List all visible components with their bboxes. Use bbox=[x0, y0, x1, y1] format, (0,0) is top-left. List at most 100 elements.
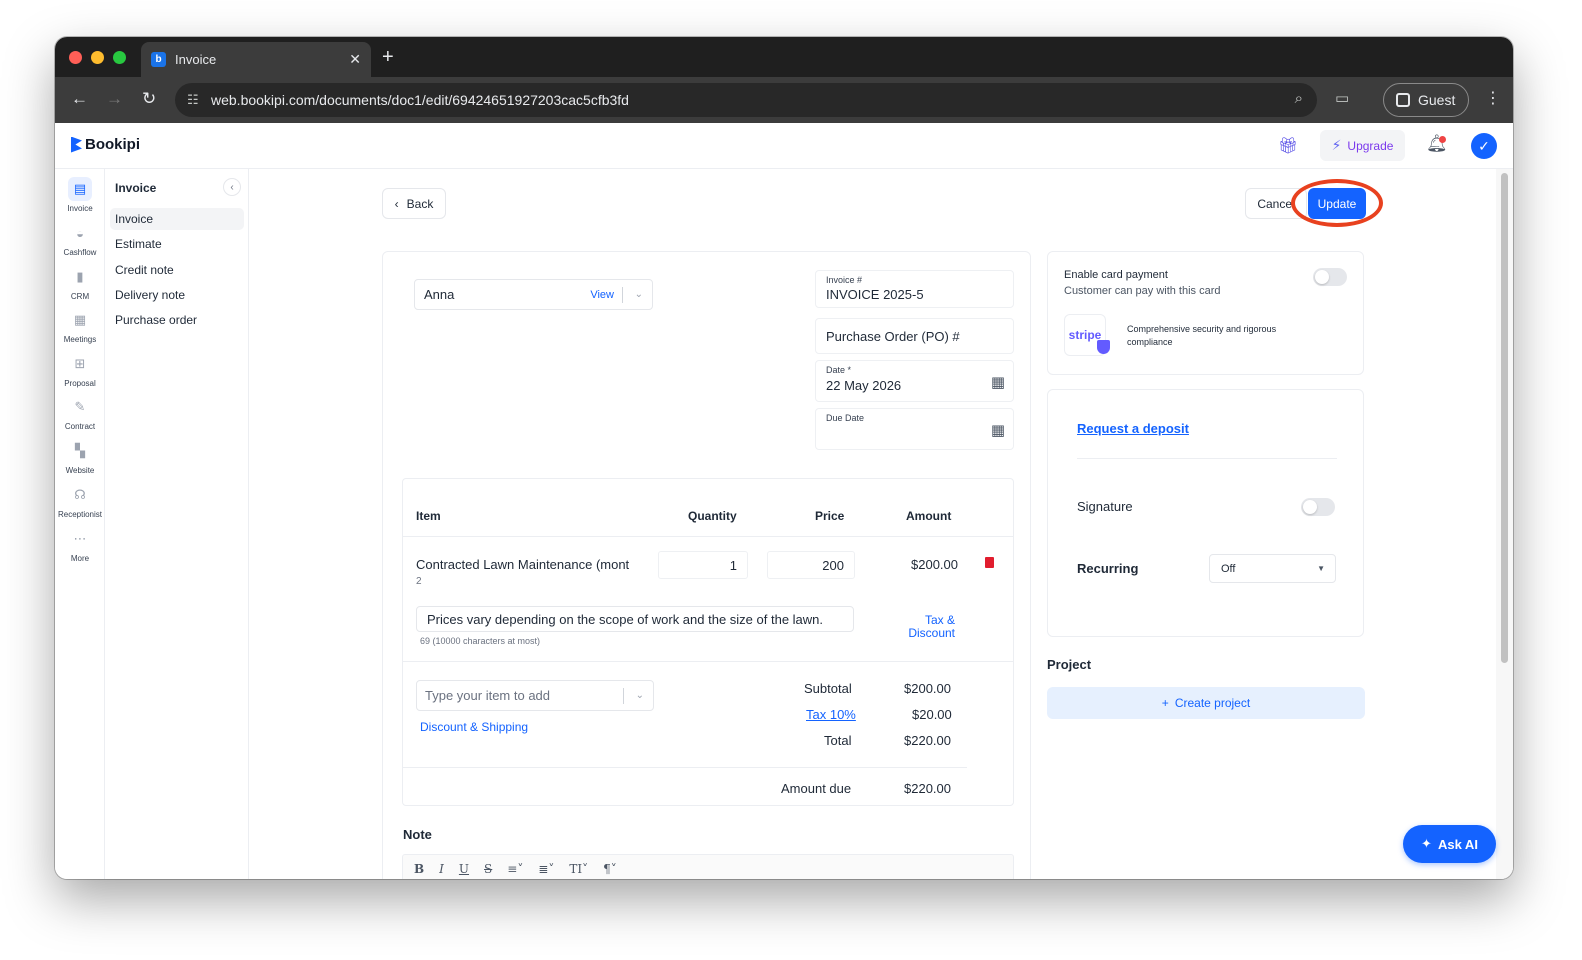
avatar[interactable]: ✓ bbox=[1471, 133, 1497, 159]
card-payment-toggle[interactable] bbox=[1313, 268, 1347, 286]
ask-ai-button[interactable]: ✦ Ask AI bbox=[1403, 825, 1496, 863]
reload-icon[interactable]: ↻ bbox=[142, 89, 156, 109]
profile-button[interactable]: Guest bbox=[1383, 83, 1469, 117]
minimize-window-button[interactable] bbox=[91, 51, 104, 64]
icon-rail: ▤ Invoice ◒ Cashflow ▮ CRM ▦ Meetings ⊞ … bbox=[55, 169, 105, 879]
contract-icon: ✎ bbox=[74, 399, 86, 414]
url-field[interactable]: ☷ web.bookipi.com/documents/doc1/edit/69… bbox=[175, 83, 1317, 117]
chevron-down-icon[interactable]: ⌄ bbox=[636, 690, 644, 701]
rail-item-contract[interactable]: ✎ Contract bbox=[55, 395, 105, 431]
site-info-icon[interactable]: ☷ bbox=[187, 92, 199, 108]
create-project-button[interactable]: + Create project bbox=[1047, 687, 1365, 719]
invoice-subnav: Invoice ‹ Invoice Estimate Credit note D… bbox=[105, 169, 249, 879]
request-deposit-link[interactable]: Request a deposit bbox=[1077, 421, 1189, 436]
upgrade-button[interactable]: ⚡︎ Upgrade bbox=[1320, 130, 1405, 161]
brand-name: Bookipi bbox=[85, 136, 140, 153]
search-icon[interactable]: ⌕ bbox=[1295, 90, 1303, 107]
rail-item-cashflow[interactable]: ◒ Cashflow bbox=[55, 221, 105, 258]
item-description: Prices vary depending on the scope of wo… bbox=[427, 611, 824, 627]
back-button[interactable]: ‹ Back bbox=[382, 188, 446, 219]
recurring-select[interactable]: Off ▼ bbox=[1209, 554, 1336, 583]
tax-discount-link[interactable]: Tax & Discount bbox=[895, 614, 955, 640]
discount-shipping-link[interactable]: Discount & Shipping bbox=[420, 720, 528, 734]
ask-ai-label: Ask AI bbox=[1437, 836, 1478, 852]
collapse-sidebar-button[interactable]: ‹ bbox=[223, 178, 241, 196]
proposal-icon: ⊞ bbox=[74, 356, 86, 371]
italic-button[interactable]: I bbox=[439, 862, 444, 876]
bullet-list-button[interactable]: ≡˅ bbox=[507, 862, 523, 876]
rail-label: Proposal bbox=[64, 379, 96, 388]
website-icon: ▚ bbox=[75, 443, 85, 458]
rail-label: Website bbox=[65, 466, 95, 475]
invoice-number-value: INVOICE 2025-5 bbox=[826, 287, 924, 302]
client-select[interactable]: Anna View ⌄ bbox=[414, 279, 653, 310]
bookipi-logo-icon bbox=[71, 136, 82, 153]
due-date-field[interactable]: Due Date ▦ bbox=[815, 408, 1014, 450]
close-window-button[interactable] bbox=[69, 51, 82, 64]
underline-button[interactable]: U bbox=[459, 862, 469, 876]
gift-icon[interactable]: 🎁︎ bbox=[1278, 136, 1298, 156]
browser-menu-icon[interactable]: ⋮ bbox=[1485, 88, 1501, 108]
quantity-input[interactable]: 1 bbox=[658, 551, 748, 579]
date-field[interactable]: Date * 22 May 2026 ▦ bbox=[815, 360, 1014, 402]
bold-button[interactable]: B bbox=[414, 862, 424, 876]
back-label: Back bbox=[406, 196, 434, 211]
item-name[interactable]: Contracted Lawn Maintenance (mont bbox=[416, 557, 629, 572]
maximize-window-button[interactable] bbox=[113, 51, 126, 64]
subnav-item-purchase-order[interactable]: Purchase order bbox=[110, 309, 244, 331]
recurring-value: Off bbox=[1221, 562, 1236, 575]
signature-toggle[interactable] bbox=[1301, 498, 1335, 516]
trash-icon[interactable] bbox=[985, 557, 994, 568]
rail-label: Receptionist bbox=[57, 510, 103, 519]
calendar-icon[interactable]: ▦ bbox=[991, 421, 1005, 439]
divider bbox=[403, 661, 1013, 662]
cast-icon[interactable]: ▭ bbox=[1335, 89, 1349, 107]
paragraph-button[interactable]: ¶˅ bbox=[603, 862, 617, 876]
create-project-label: Create project bbox=[1174, 696, 1251, 710]
card-payment-panel: Enable card payment Customer can pay wit… bbox=[1047, 251, 1364, 375]
rail-item-proposal[interactable]: ⊞ Proposal bbox=[55, 352, 105, 388]
sparkle-icon: ✦ bbox=[1421, 836, 1432, 851]
tab-close-icon[interactable]: ✕ bbox=[349, 51, 361, 68]
subnav-item-credit-note[interactable]: Credit note bbox=[110, 259, 244, 281]
more-icon: ⋯ bbox=[73, 531, 87, 546]
scrollbar[interactable] bbox=[1496, 169, 1513, 879]
new-tab-icon[interactable]: + bbox=[382, 46, 394, 69]
invoice-document-card: Anna View ⌄ Invoice # INVOICE 2025-5 Pur… bbox=[382, 251, 1031, 879]
subnav-item-invoice[interactable]: Invoice bbox=[110, 208, 244, 230]
tax-rate-link[interactable]: Tax 10% bbox=[806, 707, 856, 722]
text-size-button[interactable]: TI˅ bbox=[569, 862, 588, 876]
rail-item-crm[interactable]: ▮ CRM bbox=[55, 265, 105, 301]
bookipi-logo[interactable]: Bookipi bbox=[71, 136, 140, 153]
strikethrough-button[interactable]: S bbox=[484, 862, 492, 876]
add-item-input[interactable]: Type your item to add ⌄ bbox=[416, 680, 654, 711]
rail-item-website[interactable]: ▚ Website bbox=[55, 439, 105, 475]
rail-item-meetings[interactable]: ▦ Meetings bbox=[55, 308, 105, 344]
subtotal-label: Subtotal bbox=[804, 681, 852, 696]
invoice-number-field[interactable]: Invoice # INVOICE 2025-5 bbox=[815, 270, 1014, 308]
rail-item-receptionist[interactable]: ☊ Receptionist bbox=[55, 483, 105, 519]
subnav-item-estimate[interactable]: Estimate bbox=[110, 233, 244, 255]
browser-tab[interactable]: b Invoice ✕ bbox=[141, 42, 371, 77]
back-arrow-icon[interactable]: ← bbox=[71, 89, 88, 109]
rail-item-invoice[interactable]: ▤ Invoice bbox=[55, 177, 105, 213]
header-item: Item bbox=[416, 509, 441, 523]
chevron-down-icon[interactable]: ⌄ bbox=[635, 289, 643, 300]
subnav-item-delivery-note[interactable]: Delivery note bbox=[110, 284, 244, 306]
project-label: Project bbox=[1047, 657, 1092, 672]
item-description-input[interactable]: Prices vary depending on the scope of wo… bbox=[416, 606, 854, 632]
address-bar: ← → ↻ ☷ web.bookipi.com/documents/doc1/e… bbox=[55, 77, 1513, 123]
forward-arrow-icon[interactable]: → bbox=[106, 89, 123, 109]
bookipi-favicon-icon: b bbox=[151, 52, 166, 67]
price-input[interactable]: 200 bbox=[767, 551, 855, 579]
card-payment-title: Enable card payment bbox=[1064, 269, 1168, 281]
client-view-link[interactable]: View bbox=[590, 289, 614, 301]
tax-value: $20.00 bbox=[912, 707, 952, 722]
rail-item-more[interactable]: ⋯ More bbox=[55, 527, 105, 563]
calendar-icon[interactable]: ▦ bbox=[991, 373, 1005, 391]
scrollbar-thumb[interactable] bbox=[1501, 173, 1508, 663]
due-date-label: Due Date bbox=[826, 413, 865, 423]
rail-label: Invoice bbox=[67, 204, 93, 213]
numbered-list-button[interactable]: ≣˅ bbox=[538, 862, 554, 876]
po-number-field[interactable]: Purchase Order (PO) # bbox=[815, 318, 1014, 354]
